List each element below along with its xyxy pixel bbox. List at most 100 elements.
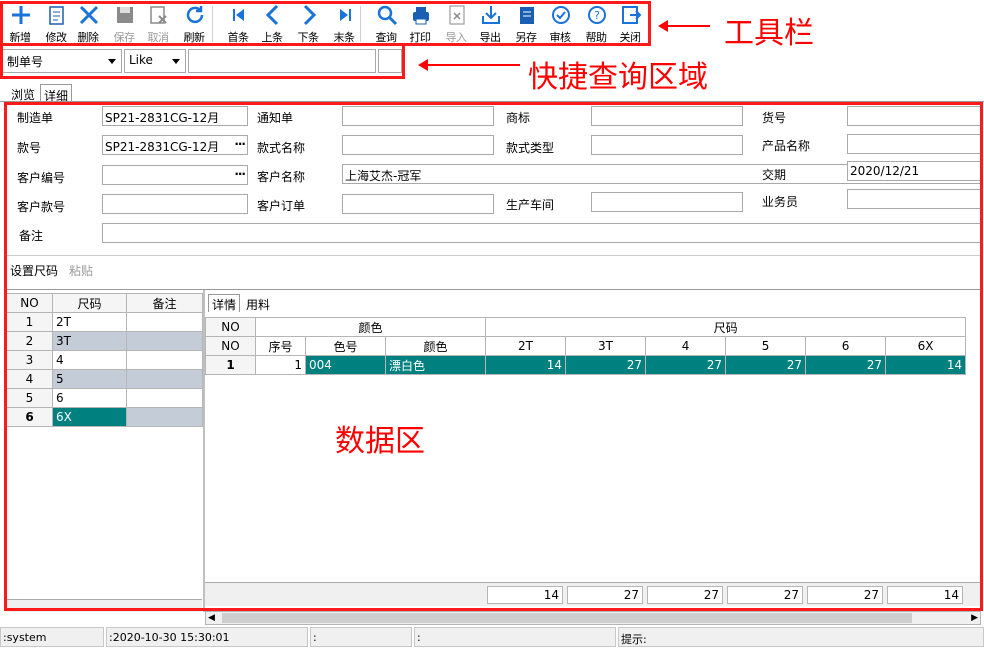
size-grid-footer <box>6 599 202 612</box>
delivery-date-value: 2020/12/21 <box>850 164 920 178</box>
table-cell[interactable]: 1 <box>255 355 306 375</box>
table-cell[interactable]: 6 <box>52 388 127 408</box>
table-cell[interactable] <box>126 331 203 351</box>
style-type-field[interactable] <box>591 135 743 155</box>
total-cell: 27 <box>567 586 643 604</box>
remark-field[interactable] <box>102 223 981 243</box>
workshop-field[interactable] <box>591 192 743 212</box>
ellipsis-icon[interactable]: ··· <box>234 167 246 181</box>
paste-button[interactable]: 粘贴 <box>69 262 93 279</box>
annotation-quick-query: 快捷查询区域 <box>528 60 708 95</box>
table-cell[interactable]: 4 <box>6 369 53 389</box>
notice-field[interactable] <box>342 106 494 126</box>
query-field-select[interactable]: 制单号 <box>2 49 122 73</box>
table-cell[interactable]: 1 <box>205 355 256 375</box>
table-cell[interactable]: 5 <box>52 369 127 389</box>
toolbar-label: 刷新 <box>183 31 206 44</box>
status-user: :system <box>0 627 104 647</box>
tab-detail-grid[interactable]: 详情 <box>208 294 241 312</box>
product-name-field[interactable] <box>847 134 981 154</box>
table-cell[interactable]: 27 <box>645 355 727 375</box>
table-cell[interactable] <box>126 369 203 389</box>
table-cell[interactable] <box>126 388 203 408</box>
customer-code-field[interactable]: ··· <box>102 165 248 185</box>
style-name-field[interactable] <box>342 135 494 155</box>
cancel-button[interactable]: 取消 <box>140 2 176 44</box>
table-cell[interactable]: 4 <box>52 350 127 370</box>
customer-style-field[interactable] <box>102 194 248 214</box>
table-cell[interactable]: 5 <box>6 388 53 408</box>
label-delivery: 交期 <box>762 168 787 182</box>
scrollbar-thumb[interactable] <box>222 613 912 623</box>
table-cell[interactable]: 27 <box>725 355 807 375</box>
manufacture-no-field[interactable]: SP21-2831CG-12月 <box>102 106 248 126</box>
column-header: 序号 <box>255 336 306 356</box>
table-cell[interactable]: 14 <box>485 355 567 375</box>
table-row[interactable]: 1 1 004 漂白色 14 27 27 27 27 14 <box>205 355 967 375</box>
table-cell[interactable]: 6X <box>52 407 127 427</box>
set-size-button[interactable]: 设置尺码 <box>10 262 58 279</box>
delete-button[interactable]: 删除 <box>70 2 106 44</box>
table-cell[interactable]: 3 <box>6 350 53 370</box>
table-row[interactable]: 45 <box>6 369 203 389</box>
svg-text:?: ? <box>594 9 600 22</box>
query-extra-box[interactable] <box>378 49 402 73</box>
brand-field[interactable] <box>591 106 743 126</box>
ellipsis-icon[interactable]: ··· <box>234 137 246 151</box>
print-button[interactable]: 打印 <box>402 2 438 44</box>
close-button[interactable]: 关闭 <box>612 2 648 44</box>
table-cell[interactable]: 27 <box>565 355 647 375</box>
approve-button[interactable]: 审核 <box>542 2 578 44</box>
last-button[interactable]: 末条 <box>326 2 362 44</box>
table-cell[interactable]: 14 <box>885 355 967 375</box>
scroll-right-icon[interactable]: ▶ <box>971 613 978 623</box>
table-cell[interactable]: 2 <box>6 331 53 351</box>
table-cell[interactable]: 004 <box>305 355 386 375</box>
add-button[interactable]: 新增 <box>2 2 38 44</box>
label-customer-code: 客户编号 <box>17 171 66 185</box>
query-value-input[interactable] <box>188 49 376 73</box>
status-hint: 提示: <box>618 627 984 647</box>
table-row[interactable]: 2 3T <box>6 331 203 351</box>
column-header: 色号 <box>305 336 386 356</box>
table-row[interactable]: 34 <box>6 350 203 370</box>
save-icon <box>117 7 133 23</box>
table-cell[interactable]: 27 <box>805 355 887 375</box>
horizontal-scrollbar[interactable]: ◀ ▶ <box>205 611 981 625</box>
prev-button[interactable]: 上条 <box>254 2 290 44</box>
label-customer-order: 客户订单 <box>257 199 306 213</box>
table-row[interactable]: 1 2T <box>6 312 203 332</box>
tab-detail[interactable]: 详细 <box>40 84 73 103</box>
label-notice: 通知单 <box>257 111 294 125</box>
table-cell[interactable]: 6 <box>6 407 53 427</box>
tab-material[interactable]: 用料 <box>246 296 270 313</box>
label-product-name: 产品名称 <box>762 139 811 153</box>
label-workshop: 生产车间 <box>506 198 555 212</box>
refresh-button[interactable]: 刷新 <box>176 2 212 44</box>
export-button[interactable]: 导出 <box>472 2 508 44</box>
table-cell[interactable] <box>126 350 203 370</box>
table-row[interactable]: 56 <box>6 388 203 408</box>
table-cell[interactable]: 3T <box>52 331 127 351</box>
next-button[interactable]: 下条 <box>290 2 326 44</box>
table-cell[interactable]: 2T <box>52 312 127 332</box>
table-cell[interactable]: 1 <box>6 312 53 332</box>
query-operator-select[interactable]: Like <box>124 49 186 73</box>
print-icon <box>413 7 429 25</box>
table-row[interactable]: 6 6X <box>6 407 203 427</box>
style-no-field[interactable]: SP21-2831CG-12月 ··· <box>102 135 248 155</box>
help-icon: ? <box>588 6 606 24</box>
label-style-no: 款号 <box>17 141 42 155</box>
table-cell[interactable] <box>126 312 203 332</box>
column-header: NO <box>6 293 53 313</box>
edit-icon <box>49 6 64 25</box>
customer-order-field[interactable] <box>342 194 494 214</box>
scroll-left-icon[interactable]: ◀ <box>208 613 215 623</box>
tab-browse[interactable]: 浏览 <box>8 84 38 102</box>
salesman-field[interactable] <box>847 189 981 209</box>
last-icon <box>340 9 351 21</box>
item-no-field[interactable] <box>847 106 981 126</box>
table-cell[interactable] <box>126 407 203 427</box>
table-cell[interactable]: 漂白色 <box>384 355 487 375</box>
delivery-date-field[interactable]: 2020/12/21 <box>847 161 981 181</box>
